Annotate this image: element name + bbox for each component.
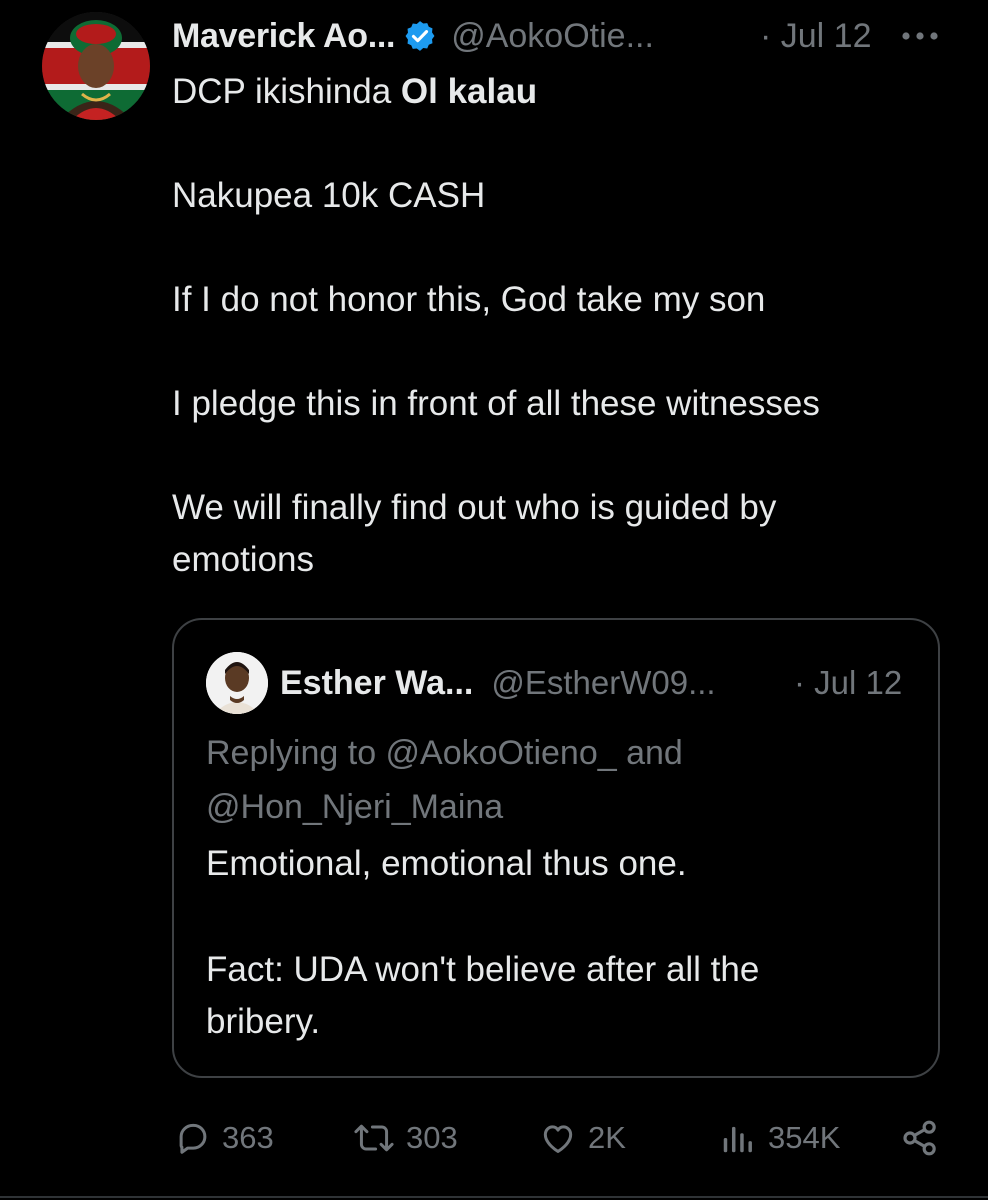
repost-count: 303 <box>406 1120 458 1155</box>
verified-badge-icon <box>403 19 437 53</box>
tweet-text-line-5: We will finally find out who is guided b… <box>172 488 777 579</box>
replying-to-text[interactable]: Replying to @AokoOtieno_ and @Hon_Njeri_… <box>206 726 906 834</box>
quoted-tweet-header: Esther Wa... @EstherW09... <box>280 658 716 708</box>
repost-icon <box>354 1124 394 1152</box>
tweet-text-prefix: DCP ikishinda <box>172 72 401 111</box>
tweet-date[interactable]: · Jul 12 <box>760 12 872 60</box>
divider <box>0 1196 988 1198</box>
views-count: 354K <box>768 1120 841 1155</box>
quoted-author-display-name[interactable]: Esther Wa... <box>280 664 473 703</box>
tweet-text-line-1: DCP ikishinda Ol kalau <box>172 66 952 118</box>
views-icon <box>723 1126 752 1153</box>
more-options-button[interactable] <box>898 18 942 54</box>
quoted-tweet-text-line-2: Fact: UDA won't believe after all the br… <box>206 950 760 1041</box>
tweet[interactable]: Maverick Ao... @AokoOtie... · Jul 12 DCP… <box>0 0 988 1200</box>
quoted-author-avatar[interactable] <box>206 652 268 714</box>
views-button[interactable]: 354K <box>718 1112 840 1164</box>
quoted-tweet[interactable]: Esther Wa... @EstherW09... · Jul 12 Repl… <box>172 618 940 1078</box>
share-button[interactable] <box>900 1112 940 1164</box>
tweet-text-line-3: If I do not honor this, God take my son <box>172 280 766 319</box>
like-icon <box>543 1125 573 1153</box>
quoted-author-handle[interactable]: @EstherW09... <box>491 664 715 702</box>
reply-button[interactable]: 363 <box>174 1112 274 1164</box>
reply-icon <box>179 1123 207 1154</box>
author-display-name[interactable]: Maverick Ao... <box>172 17 396 56</box>
quoted-tweet-date[interactable]: · Jul 12 <box>794 658 902 708</box>
more-options-icon <box>902 32 938 40</box>
like-button[interactable]: 2K <box>538 1112 626 1164</box>
reply-count: 363 <box>222 1120 274 1155</box>
quoted-tweet-text-line-1: Emotional, emotional thus one. <box>206 844 687 883</box>
tweet-actions: 363 303 2K 354K <box>0 1112 988 1164</box>
author-handle[interactable]: @AokoOtie... <box>451 17 654 56</box>
like-count: 2K <box>588 1120 626 1155</box>
repost-button[interactable]: 303 <box>352 1112 458 1164</box>
author-avatar[interactable] <box>42 12 150 120</box>
tweet-text-line-4: I pledge this in front of all these witn… <box>172 384 820 423</box>
tweet-text-line-2: Nakupea 10k CASH <box>172 176 486 215</box>
tweet-header: Maverick Ao... @AokoOtie... <box>172 12 654 60</box>
share-icon <box>903 1120 936 1156</box>
tweet-text-bold: Ol kalau <box>400 72 538 111</box>
